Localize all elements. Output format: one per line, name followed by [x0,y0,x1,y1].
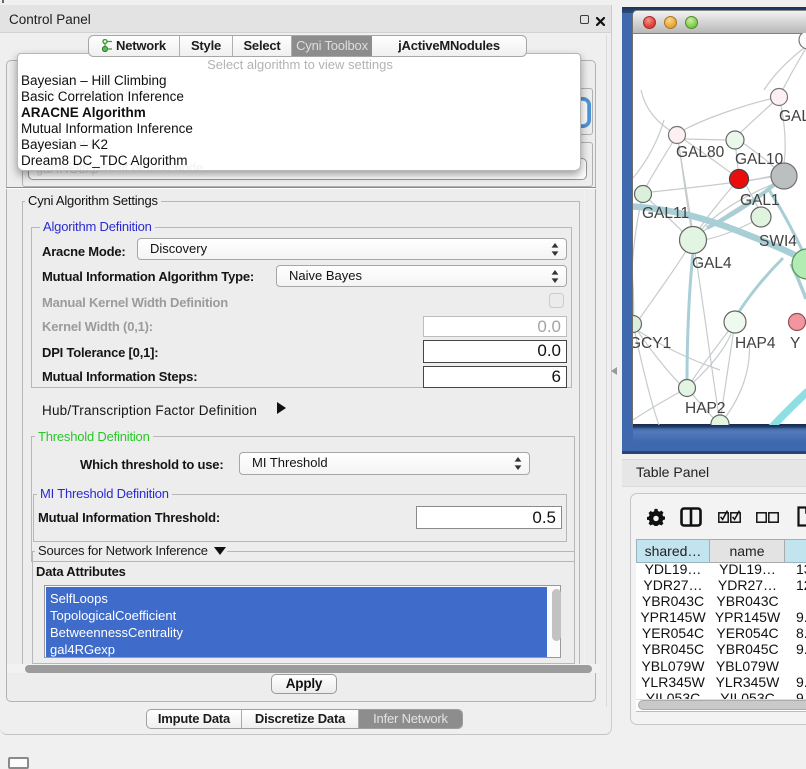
svg-text:GAL1: GAL1 [740,192,780,209]
svg-text:GCY1: GCY1 [633,335,671,352]
svg-text:GAL4: GAL4 [692,255,732,272]
svg-text:GAL11: GAL11 [642,205,689,222]
svg-text:HAP2: HAP2 [685,400,726,417]
svg-text:Y: Y [790,335,800,352]
svg-text:SWI4: SWI4 [759,233,797,250]
svg-text:GAL80: GAL80 [676,144,725,161]
svg-text:HAP4: HAP4 [735,335,776,352]
svg-text:GAL10: GAL10 [735,151,784,168]
svg-text:GAL2: GAL2 [779,108,806,125]
